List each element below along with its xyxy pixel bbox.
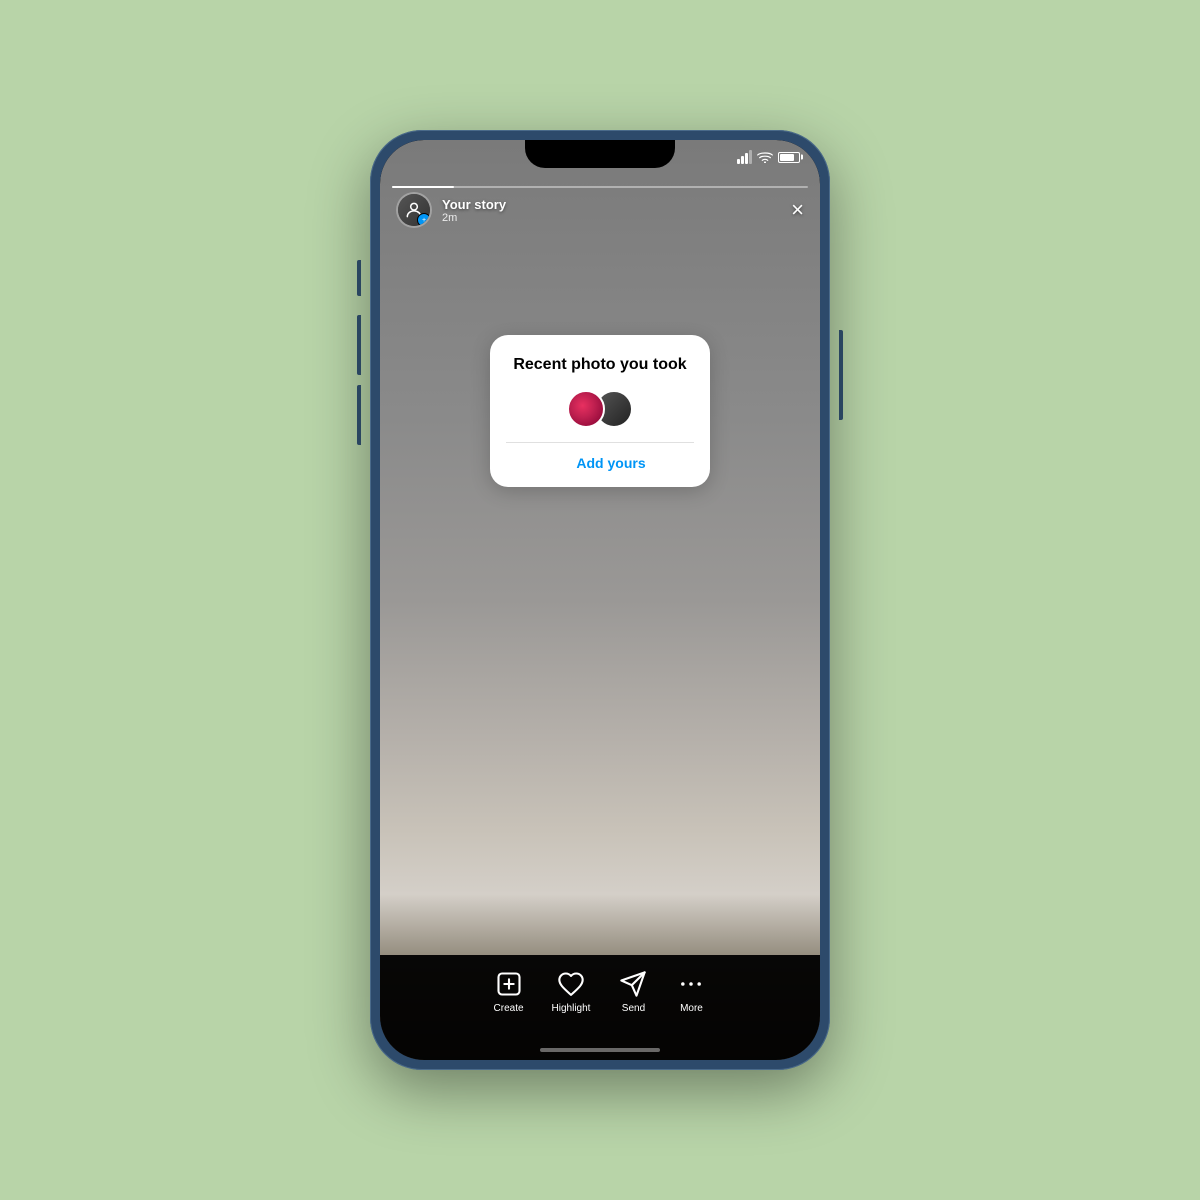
volume-down-button[interactable]	[357, 385, 361, 445]
popup-divider	[506, 442, 694, 443]
story-username: Your story	[442, 197, 506, 212]
story-screen: + Your story 2m × Recent photo you took	[380, 140, 820, 1060]
signal-icon	[737, 150, 752, 164]
highlight-label: Highlight	[552, 1003, 591, 1014]
wifi-icon	[757, 151, 773, 163]
story-progress-bar	[392, 186, 808, 188]
notch	[525, 140, 675, 168]
story-background	[380, 140, 820, 1060]
send-icon	[618, 969, 648, 999]
battery-icon	[778, 152, 800, 163]
create-label: Create	[494, 1003, 524, 1014]
story-user-info[interactable]: + Your story 2m	[396, 192, 506, 228]
add-yours-label: Add yours	[576, 455, 645, 471]
bottom-actions: Create Highlight	[380, 955, 820, 1014]
create-icon	[494, 969, 524, 999]
story-header: + Your story 2m ×	[380, 192, 820, 228]
story-time: 2m	[442, 212, 506, 224]
phone-frame: + Your story 2m × Recent photo you took	[370, 130, 830, 1070]
more-icon	[676, 969, 706, 999]
photo-thumb-1	[567, 390, 605, 428]
avatar: +	[396, 192, 432, 228]
action-highlight[interactable]: Highlight	[552, 969, 591, 1014]
power-button[interactable]	[839, 330, 843, 420]
volume-up-button[interactable]	[357, 315, 361, 375]
highlight-icon	[556, 969, 586, 999]
status-icons	[737, 148, 800, 164]
action-more[interactable]: More	[676, 969, 706, 1014]
popup-title: Recent photo you took	[506, 355, 694, 376]
recent-photo-popup: Recent photo you took	[490, 335, 710, 487]
action-create[interactable]: Create	[494, 969, 524, 1014]
add-yours-button[interactable]: Add yours	[506, 455, 694, 471]
avatar-badge: +	[417, 213, 431, 227]
progress-fill	[392, 186, 454, 188]
bottom-bar: Create Highlight	[380, 955, 820, 1060]
close-button[interactable]: ×	[791, 197, 804, 223]
mute-button[interactable]	[357, 260, 361, 296]
camera-icon	[554, 455, 570, 471]
phone-screen: + Your story 2m × Recent photo you took	[380, 140, 820, 1060]
more-label: More	[680, 1003, 703, 1014]
send-label: Send	[622, 1003, 645, 1014]
story-info: Your story 2m	[442, 197, 506, 224]
home-indicator	[540, 1048, 660, 1052]
action-send[interactable]: Send	[618, 969, 648, 1014]
popup-photos	[506, 390, 694, 428]
